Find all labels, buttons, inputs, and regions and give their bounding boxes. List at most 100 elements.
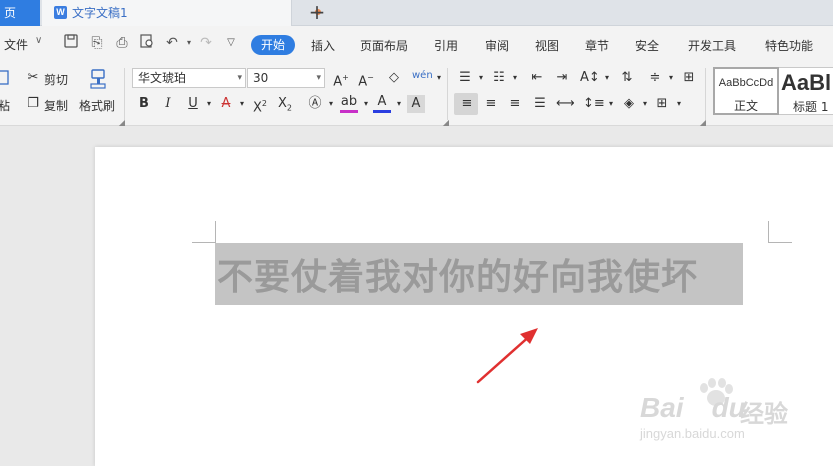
cut-button[interactable]: 剪切 [44, 71, 68, 88]
menu-insert[interactable]: 插入 [311, 37, 335, 54]
font-color-dropdown-icon[interactable]: ▾ [390, 95, 408, 113]
tab-home[interactable]: 页 [0, 0, 40, 26]
format-painter-icon[interactable] [87, 68, 109, 90]
margin-corner-mark [769, 242, 792, 243]
borders-dropdown-icon[interactable]: ▾ [670, 95, 688, 113]
print-preview-icon[interactable] [138, 34, 156, 52]
baidu-jingyan-watermark: Bai du 经验 jingyan.baidu.com [640, 378, 820, 446]
shading-dropdown-icon[interactable]: ▾ [636, 95, 654, 113]
undo-dropdown-icon[interactable]: ▾ [180, 34, 198, 52]
show-marks-dropdown-icon[interactable]: ▾ [662, 69, 680, 87]
copy-button[interactable]: 复制 [44, 97, 68, 114]
watermark-brand-text: Bai [640, 392, 684, 423]
menu-view[interactable]: 视图 [535, 37, 559, 54]
group-divider [705, 68, 706, 120]
paste-icon[interactable] [0, 68, 12, 86]
text-direction-dropdown-icon[interactable]: ▾ [598, 69, 616, 87]
cut-icon[interactable]: ✂ [24, 69, 42, 87]
watermark-brand: Bai du [640, 392, 746, 424]
decrease-indent-icon[interactable]: ⇤ [528, 69, 546, 87]
font-name-select[interactable]: 华文琥珀 ▾ [132, 68, 246, 88]
text-effect-dropdown-icon[interactable]: ▾ [322, 95, 340, 113]
style-normal-preview: AaBbCcDd [718, 77, 774, 89]
distributed-align-icon[interactable]: ⟷ [556, 95, 575, 113]
tab-document-title: 文字文稿1 [72, 6, 128, 20]
chevron-down-icon: ▾ [316, 73, 321, 83]
print-icon[interactable]: ⎙ [113, 34, 131, 52]
numbered-dropdown-icon[interactable]: ▾ [506, 69, 524, 87]
tab-home-label: 页 [4, 6, 17, 20]
undo-icon[interactable]: ↶ [163, 34, 181, 52]
bold-button[interactable]: B [135, 95, 153, 113]
line-spacing-dropdown-icon[interactable]: ▾ [602, 95, 620, 113]
ribbon-toolbar: 粘 ✂ 剪切 ❐ 复制 格式刷 ◢ 华文琥珀 ▾ 30 ▾ A+ A− ◇ wé… [0, 62, 833, 127]
tab-document[interactable]: W 文字文稿1 [42, 0, 321, 26]
clipboard-expand-icon[interactable]: ◢ [113, 114, 131, 132]
customize-quick-access-icon[interactable]: ▽ [222, 34, 240, 52]
group-divider [124, 68, 125, 120]
style-normal-label: 正文 [733, 99, 758, 113]
sort-icon[interactable]: ⇅ [618, 69, 636, 87]
text-direction-icon[interactable]: A↕ [580, 69, 600, 87]
font-name-value: 华文琥珀 [138, 71, 187, 85]
superscript-icon[interactable]: X2 [251, 95, 269, 115]
group-divider [447, 68, 448, 120]
line-spacing-icon[interactable]: ↕≡ [583, 95, 605, 113]
style-heading-1[interactable]: AaBl 标题 1 [779, 67, 833, 115]
strikethrough-dropdown-icon[interactable]: ▾ [233, 95, 251, 113]
menu-references[interactable]: 引用 [434, 37, 458, 54]
style-normal[interactable]: AaBbCcDd 正文 [713, 67, 779, 115]
font-size-select[interactable]: 30 ▾ [247, 68, 325, 88]
paragraph-expand-icon[interactable]: ◢ [694, 114, 712, 132]
menu-page-layout[interactable]: 页面布局 [360, 37, 408, 54]
new-tab-button[interactable]: + [306, 0, 328, 26]
style-heading-preview: AaBl [781, 70, 832, 95]
justify-icon[interactable]: ☰ [531, 95, 549, 113]
font-color-icon[interactable]: A [373, 93, 391, 113]
menu-developer-tools[interactable]: 开发工具 [688, 37, 736, 54]
export-icon[interactable]: ⎘ [88, 34, 106, 52]
save-icon[interactable] [62, 34, 80, 52]
borders-icon[interactable]: ⊞ [653, 95, 671, 113]
copy-icon[interactable]: ❐ [24, 95, 42, 113]
watermark-cn: 经验 [740, 400, 788, 428]
menu-home[interactable]: 开始 [251, 35, 295, 55]
character-shading-icon[interactable]: A [407, 95, 425, 113]
increase-indent-icon[interactable]: ⇥ [553, 69, 571, 87]
phonetic-dropdown-icon[interactable]: ▾ [430, 69, 448, 87]
align-center-icon[interactable]: ≡ [482, 95, 500, 113]
paste-label[interactable]: 粘 [0, 97, 10, 114]
margin-corner-mark [215, 221, 216, 243]
clear-format-icon[interactable]: ◇ [385, 69, 403, 87]
menu-section[interactable]: 章节 [585, 37, 609, 54]
document-body-text[interactable]: 不要仗着我对你的好向我使坏 [217, 248, 698, 300]
margin-corner-mark [768, 221, 769, 243]
ribbon-menu: 文件 ∨ ⎘ ⎙ ↶ ▾ ↷ ▽ 插入 页面布局 引用 审阅 视图 章节 安全 … [0, 26, 833, 62]
font-size-value: 30 [253, 71, 269, 85]
bullet-dropdown-icon[interactable]: ▾ [472, 69, 490, 87]
chevron-down-icon[interactable]: ∨ [35, 35, 42, 46]
phonetic-guide-icon[interactable]: wén [412, 67, 433, 85]
menu-special-features[interactable]: 特色功能 [765, 37, 813, 54]
align-left-icon[interactable]: ≡ [458, 95, 476, 113]
annotation-arrow-icon [476, 328, 538, 384]
shrink-font-icon[interactable]: A− [357, 69, 375, 89]
subscript-icon[interactable]: X2 [276, 95, 294, 113]
menu-review[interactable]: 审阅 [485, 37, 509, 54]
style-heading-label: 标题 1 [793, 100, 829, 114]
highlight-color-icon[interactable]: ab [340, 93, 358, 113]
table-grid-icon[interactable]: ⊞ [680, 69, 698, 87]
redo-icon[interactable]: ↷ [197, 34, 215, 52]
format-painter-button[interactable]: 格式刷 [79, 97, 115, 114]
writer-doc-icon: W [54, 6, 67, 19]
italic-button[interactable]: I [159, 95, 177, 113]
menu-security[interactable]: 安全 [635, 37, 659, 54]
align-right-icon[interactable]: ≡ [506, 95, 524, 113]
underline-dropdown-icon[interactable]: ▾ [200, 95, 218, 113]
margin-corner-mark [192, 242, 215, 243]
tab-bar: 页 W 文字文稿1 + [0, 0, 833, 26]
menu-file[interactable]: 文件 [4, 36, 28, 53]
font-expand-icon[interactable]: ◢ [437, 114, 455, 132]
watermark-url: jingyan.baidu.com [640, 426, 745, 441]
grow-font-icon[interactable]: A+ [332, 69, 350, 89]
